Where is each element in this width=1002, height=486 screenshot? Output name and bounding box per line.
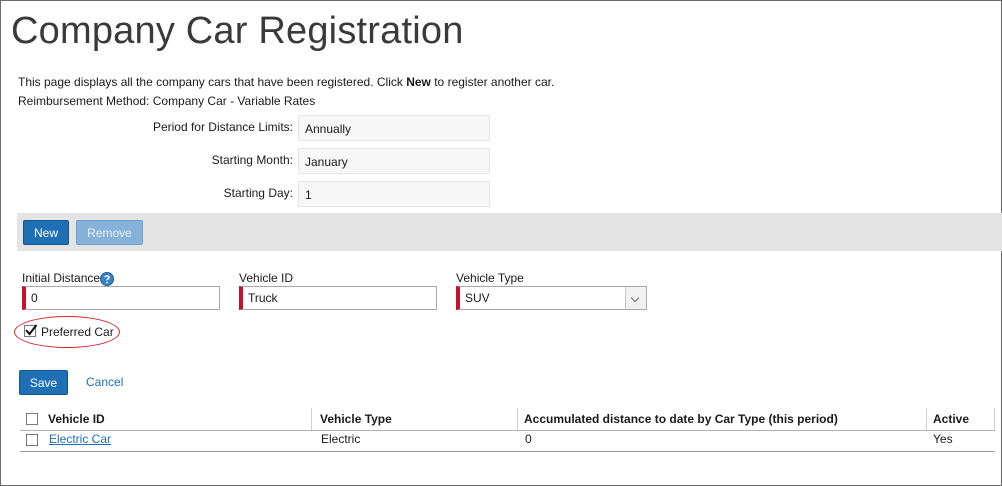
vehicle-id-input[interactable]: Truck — [239, 286, 437, 310]
row-checkbox[interactable] — [26, 434, 38, 446]
column-divider — [517, 408, 518, 430]
table-header-row — [20, 408, 995, 431]
cell-accumulated: 0 — [525, 432, 532, 446]
period-value: Annually — [298, 115, 490, 141]
vehicle-type-select[interactable]: SUV — [456, 286, 647, 310]
column-divider — [994, 408, 995, 430]
action-toolbar: New Remove — [17, 213, 1002, 251]
table-row — [20, 430, 995, 452]
remove-button[interactable]: Remove — [76, 220, 143, 245]
header-vehicle-id[interactable]: Vehicle ID — [48, 408, 105, 430]
starting-month-label: Starting Month: — [211, 153, 293, 167]
cell-vehicle-type: Electric — [321, 432, 361, 446]
header-active[interactable]: Active — [933, 408, 969, 430]
initial-distance-label: Initial Distance — [22, 271, 101, 285]
starting-day-label: Starting Day: — [223, 186, 293, 200]
highlight-annotation-circle — [14, 316, 120, 348]
save-button[interactable]: Save — [19, 370, 68, 395]
header-accumulated-distance[interactable]: Accumulated distance to date by Car Type… — [524, 408, 838, 430]
chevron-down-icon[interactable] — [625, 287, 646, 309]
period-label: Period for Distance Limits: — [152, 120, 293, 134]
intro-new-keyword: New — [406, 75, 431, 89]
vehicle-id-link[interactable]: Electric Car — [49, 432, 111, 446]
starting-day-value: 1 — [298, 181, 490, 207]
vehicle-type-label: Vehicle Type — [456, 271, 524, 285]
help-question-icon[interactable] — [100, 272, 114, 286]
starting-month-value: January — [298, 148, 490, 174]
select-all-checkbox[interactable] — [26, 413, 38, 425]
header-vehicle-type[interactable]: Vehicle Type — [320, 408, 392, 430]
column-divider — [311, 408, 312, 430]
new-button[interactable]: New — [23, 220, 69, 245]
vehicle-id-label: Vehicle ID — [239, 271, 294, 285]
page-title: Company Car Registration — [11, 10, 464, 52]
cancel-link[interactable]: Cancel — [86, 375, 123, 389]
cell-active: Yes — [933, 432, 953, 446]
vehicle-type-selected: SUV — [465, 291, 490, 305]
initial-distance-input[interactable]: 0 — [22, 286, 220, 310]
column-divider — [926, 408, 927, 430]
intro-text: This page displays all the company cars … — [18, 75, 555, 89]
reimbursement-method: Reimbursement Method: Company Car - Vari… — [18, 94, 316, 108]
